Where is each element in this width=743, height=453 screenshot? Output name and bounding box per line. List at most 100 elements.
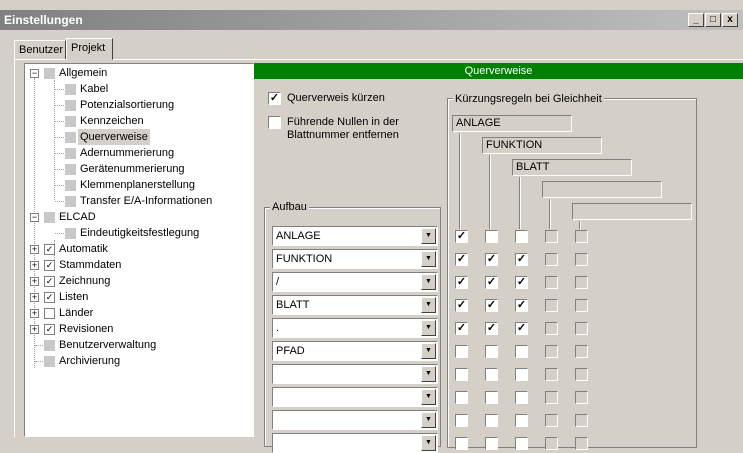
kuerzung-checkbox-r1-c1[interactable]: ✓ <box>455 230 468 243</box>
minimize-button[interactable]: _ <box>688 13 704 27</box>
kuerzung-checkbox-r1-c3[interactable] <box>515 230 528 243</box>
kuerzung-checkbox-r4-c4[interactable] <box>545 299 558 312</box>
expand-icon[interactable]: + <box>30 325 39 334</box>
tree-item-automatik[interactable]: + ✓ Automatik <box>25 241 251 257</box>
kuerzung-checkbox-r10-c2[interactable] <box>485 437 498 450</box>
fuehrende-nullen-checkbox[interactable] <box>268 116 281 129</box>
aufbau-select-1[interactable]: ANLAGE ▼ <box>272 226 438 246</box>
kuerzung-checkbox-r3-c4[interactable] <box>545 276 558 289</box>
tree-item-kennzeichen[interactable]: Kennzeichen <box>25 113 251 129</box>
kuerzung-checkbox-r10-c5[interactable] <box>575 437 588 450</box>
kuerzung-checkbox-r5-c1[interactable]: ✓ <box>455 322 468 335</box>
kuerzung-checkbox-r6-c4[interactable] <box>545 345 558 358</box>
tree-item-potenzialsortierung[interactable]: Potenzialsortierung <box>25 97 251 113</box>
tree-item-klemmenplanerstellung[interactable]: Klemmenplanerstellung <box>25 177 251 193</box>
tree-checkbox[interactable]: ✓ <box>44 260 55 271</box>
kuerzung-checkbox-r8-c3[interactable] <box>515 391 528 404</box>
expand-icon[interactable]: + <box>30 293 39 302</box>
kuerzung-checkbox-r9-c1[interactable] <box>455 414 468 427</box>
kuerzung-checkbox-r9-c5[interactable] <box>575 414 588 427</box>
tree-checkbox[interactable] <box>44 308 55 319</box>
kuerzung-checkbox-r5-c4[interactable] <box>545 322 558 335</box>
kuerzung-checkbox-r8-c5[interactable] <box>575 391 588 404</box>
kuerzung-checkbox-r7-c4[interactable] <box>545 368 558 381</box>
kuerzung-checkbox-r5-c3[interactable]: ✓ <box>515 322 528 335</box>
kuerzung-checkbox-r6-c1[interactable] <box>455 345 468 358</box>
tree-item-eindeutigkeitsfestlegung[interactable]: Eindeutigkeitsfestlegung <box>25 225 251 241</box>
tree-item-stammdaten[interactable]: + ✓ Stammdaten <box>25 257 251 273</box>
chevron-down-icon[interactable]: ▼ <box>421 320 436 336</box>
aufbau-select-6[interactable]: PFAD ▼ <box>272 341 438 361</box>
collapse-icon[interactable]: − <box>30 213 39 222</box>
close-button[interactable]: x <box>722 13 738 27</box>
aufbau-select-3[interactable]: / ▼ <box>272 272 438 292</box>
tree-item-querverweise[interactable]: Querverweise <box>25 129 251 145</box>
chevron-down-icon[interactable]: ▼ <box>421 389 436 405</box>
chevron-down-icon[interactable]: ▼ <box>421 412 436 428</box>
chevron-down-icon[interactable]: ▼ <box>421 297 436 313</box>
tree-item-transfer-e-a-informationen[interactable]: Transfer E/A-Informationen <box>25 193 251 209</box>
tree-item-benutzerverwaltung[interactable]: Benutzerverwaltung <box>25 337 251 353</box>
tree-item-allgemein[interactable]: − Allgemein <box>25 65 251 81</box>
collapse-icon[interactable]: − <box>30 69 39 78</box>
tree-item-archivierung[interactable]: Archivierung <box>25 353 251 369</box>
chevron-down-icon[interactable]: ▼ <box>421 274 436 290</box>
aufbau-select-2[interactable]: FUNKTION ▼ <box>272 249 438 269</box>
kuerzung-checkbox-r7-c2[interactable] <box>485 368 498 381</box>
kuerzung-checkbox-r10-c3[interactable] <box>515 437 528 450</box>
kuerzung-checkbox-r2-c4[interactable] <box>545 253 558 266</box>
chevron-down-icon[interactable]: ▼ <box>421 228 436 244</box>
aufbau-select-9[interactable]: ▼ <box>272 410 438 430</box>
kuerzung-checkbox-r5-c5[interactable] <box>575 322 588 335</box>
kuerzung-checkbox-r8-c2[interactable] <box>485 391 498 404</box>
querverweis-kuerzen-checkbox[interactable]: ✓ <box>268 92 281 105</box>
kuerzung-checkbox-r3-c2[interactable]: ✓ <box>485 276 498 289</box>
tree-item-kabel[interactable]: Kabel <box>25 81 251 97</box>
tree-item-revisionen[interactable]: + ✓ Revisionen <box>25 321 251 337</box>
kuerzung-checkbox-r2-c3[interactable]: ✓ <box>515 253 528 266</box>
kuerzung-checkbox-r4-c5[interactable] <box>575 299 588 312</box>
kuerzung-checkbox-r6-c3[interactable] <box>515 345 528 358</box>
kuerzung-checkbox-r4-c2[interactable]: ✓ <box>485 299 498 312</box>
chevron-down-icon[interactable]: ▼ <box>421 435 436 451</box>
kuerzung-checkbox-r9-c3[interactable] <box>515 414 528 427</box>
settings-tree[interactable]: − Allgemein Kabel Potenzialsortierung Kennze… <box>24 63 254 437</box>
tab-projekt[interactable]: Projekt <box>66 38 113 60</box>
expand-icon[interactable]: + <box>30 277 39 286</box>
kuerzung-checkbox-r6-c2[interactable] <box>485 345 498 358</box>
kuerzung-checkbox-r4-c1[interactable]: ✓ <box>455 299 468 312</box>
kuerzung-checkbox-r4-c3[interactable]: ✓ <box>515 299 528 312</box>
kuerzung-checkbox-r3-c3[interactable]: ✓ <box>515 276 528 289</box>
kuerzung-checkbox-r9-c2[interactable] <box>485 414 498 427</box>
tab-benutzer[interactable]: Benutzer <box>14 40 66 60</box>
kuerzung-checkbox-r9-c4[interactable] <box>545 414 558 427</box>
kuerzung-checkbox-r7-c5[interactable] <box>575 368 588 381</box>
kuerzung-checkbox-r2-c5[interactable] <box>575 253 588 266</box>
aufbau-select-4[interactable]: BLATT ▼ <box>272 295 438 315</box>
tree-item-laender[interactable]: + Länder <box>25 305 251 321</box>
chevron-down-icon[interactable]: ▼ <box>421 251 436 267</box>
aufbau-select-5[interactable]: . ▼ <box>272 318 438 338</box>
kuerzung-checkbox-r1-c4[interactable] <box>545 230 558 243</box>
tree-checkbox[interactable]: ✓ <box>44 244 55 255</box>
chevron-down-icon[interactable]: ▼ <box>421 366 436 382</box>
aufbau-select-8[interactable]: ▼ <box>272 387 438 407</box>
restore-button[interactable]: □ <box>705 13 721 27</box>
kuerzung-checkbox-r3-c5[interactable] <box>575 276 588 289</box>
tree-item-zeichnung[interactable]: + ✓ Zeichnung <box>25 273 251 289</box>
tree-checkbox[interactable]: ✓ <box>44 292 55 303</box>
tree-checkbox[interactable]: ✓ <box>44 324 55 335</box>
tree-item-geraetenummerierung[interactable]: Gerätenummerierung <box>25 161 251 177</box>
expand-icon[interactable]: + <box>30 261 39 270</box>
expand-icon[interactable]: + <box>30 245 39 254</box>
aufbau-select-10[interactable]: ▼ <box>272 433 438 453</box>
kuerzung-checkbox-r7-c3[interactable] <box>515 368 528 381</box>
chevron-down-icon[interactable]: ▼ <box>421 343 436 359</box>
tree-item-adernummerierung[interactable]: Adernummerierung <box>25 145 251 161</box>
kuerzung-checkbox-r10-c4[interactable] <box>545 437 558 450</box>
kuerzung-checkbox-r1-c2[interactable] <box>485 230 498 243</box>
kuerzung-checkbox-r1-c5[interactable] <box>575 230 588 243</box>
kuerzung-checkbox-r8-c1[interactable] <box>455 391 468 404</box>
kuerzung-checkbox-r8-c4[interactable] <box>545 391 558 404</box>
tree-item-elcad[interactable]: − ELCAD <box>25 209 251 225</box>
